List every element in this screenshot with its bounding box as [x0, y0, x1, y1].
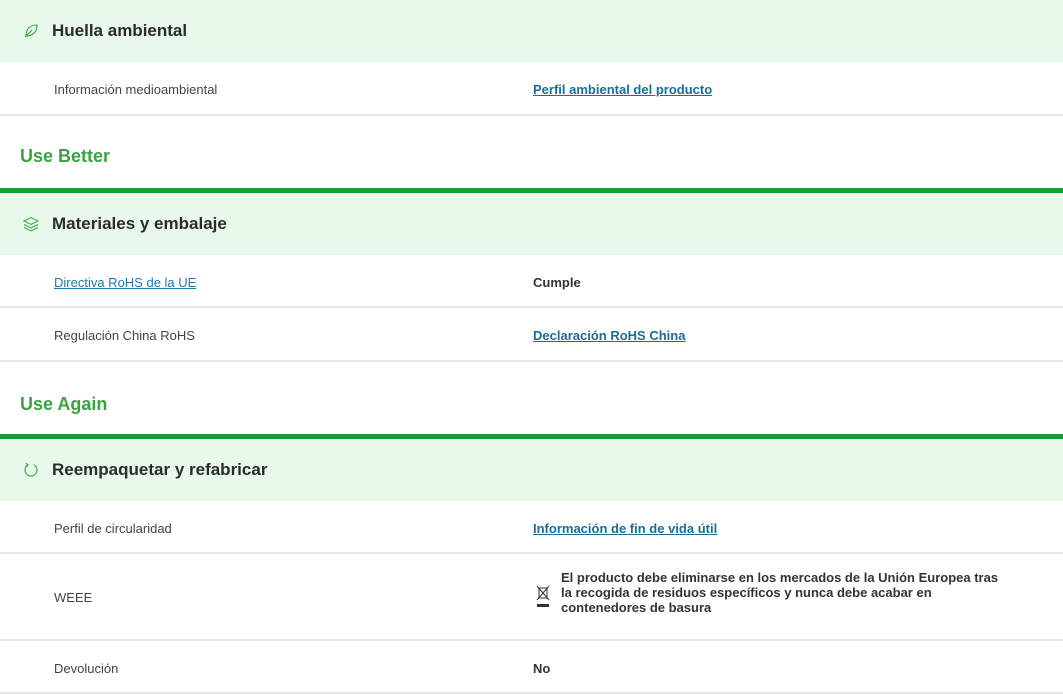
china-rohs-declaration-link[interactable]: Declaración RoHS China: [533, 328, 685, 343]
return-value: No: [533, 661, 551, 676]
environmental-profile-link[interactable]: Perfil ambiental del producto: [533, 82, 712, 97]
circularity-profile-label: Perfil de circularidad: [54, 521, 172, 536]
china-rohs-label: Regulación China RoHS: [54, 328, 195, 343]
weee-description: El producto debe eliminarse en los merca…: [561, 570, 999, 615]
materials-packaging-header: Materiales y embalaje: [0, 193, 1063, 255]
circular-arrow-icon: [24, 462, 38, 477]
repackage-remanufacture-title: Reempaquetar y refabricar: [52, 460, 268, 479]
environmental-footprint-title: Huella ambiental: [52, 21, 188, 40]
return-label: Devolución: [54, 661, 119, 676]
repackage-remanufacture-header: Reempaquetar y refabricar: [0, 439, 1063, 501]
table-row: Información medioambiental Perfil ambien…: [0, 62, 1063, 116]
leaf-icon: [24, 24, 38, 38]
table-row: Devolución No: [0, 641, 1063, 694]
layers-icon: [23, 216, 39, 232]
table-row: Regulación China RoHS Declaración RoHS C…: [0, 308, 1063, 362]
materials-packaging-title: Materiales y embalaje: [52, 214, 227, 233]
weee-label: WEEE: [54, 590, 93, 605]
use-better-section-title: Use Better: [20, 146, 111, 166]
eu-rohs-link[interactable]: Directiva RoHS de la UE: [54, 275, 196, 290]
use-again-section-title: Use Again: [20, 394, 108, 414]
weee-value: El producto debe eliminarse en los merca…: [536, 570, 1001, 615]
end-of-life-info-link[interactable]: Información de fin de vida útil: [533, 521, 717, 536]
crossed-out-bin-icon: [536, 585, 550, 607]
table-row: Directiva RoHS de la UE Cumple: [0, 255, 1063, 308]
environmental-footprint-header: Huella ambiental: [0, 0, 1063, 62]
environmental-info-label: Información medioambiental: [54, 82, 218, 97]
eu-rohs-value: Cumple: [533, 275, 581, 290]
table-row: Perfil de circularidad Información de fi…: [0, 501, 1063, 554]
